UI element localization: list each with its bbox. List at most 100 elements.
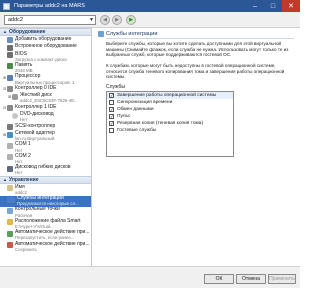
tree-item-com2[interactable]: COM 2 Нет [0, 153, 91, 164]
service-item-data-exchange[interactable]: ✓ Обмен данными [107, 106, 233, 113]
forward-icon[interactable]: ▶ [112, 15, 122, 25]
app-icon [3, 2, 10, 10]
section-management[interactable]: ▲ Управление [0, 176, 91, 185]
tree-item-label: Встроенное оборудование [15, 43, 77, 49]
checkbox[interactable]: ✓ [109, 93, 114, 98]
tree-item-firmware[interactable]: Встроенное оборудование [0, 43, 91, 52]
services-list: ✓ Завершение работы операционной системы… [106, 91, 234, 157]
collapse-icon: ▲ [3, 29, 7, 34]
settings-tree: ▲ Оборудование Добавить оборудование Вст… [0, 28, 92, 266]
tree-item-label: Расположение файла Smart [15, 217, 81, 224]
checkbox[interactable]: ✓ [109, 107, 114, 112]
service-label: Синхронизация времени [117, 100, 173, 105]
integration-services-icon [7, 196, 15, 203]
ok-button[interactable]: ОК [204, 274, 234, 284]
tree-item-com1[interactable]: COM 1 Нет [0, 142, 91, 153]
tree-item-bios[interactable]: BIOS Загрузка с компакт-диска [0, 51, 91, 62]
tree-item-dvd[interactable]: DVD-дисковод Нет [0, 112, 91, 123]
dialog-footer: ОК Отмена Применить [0, 266, 300, 288]
floppy-icon [7, 165, 13, 172]
folder-icon [7, 219, 13, 226]
tree-item-label: Память [15, 61, 33, 68]
tree-item-label: Автоматическое действие при... [15, 240, 90, 247]
scsi-controller-icon [7, 124, 13, 131]
checkbox[interactable] [109, 100, 114, 105]
panel-description: Выберите службы, которые вы хотите сдела… [106, 41, 289, 57]
tree-item-label: Контрольные точки [15, 206, 60, 213]
tree-item-label: Сетевой адаптер [15, 130, 55, 137]
processor-icon [7, 74, 13, 81]
tree-item-label: Имя [15, 183, 25, 190]
name-icon [7, 185, 13, 192]
panel-heading: Службы интеграции [106, 31, 158, 37]
tree-item-label: DVD-дисковод [20, 111, 54, 118]
close-icon[interactable]: ✕ [282, 0, 300, 12]
network-adapter-icon [7, 131, 13, 138]
vm-select-value: addc2 [8, 17, 23, 23]
services-label: Службы [106, 84, 125, 90]
collapse-icon: ▲ [3, 177, 7, 183]
memory-icon [7, 63, 13, 70]
checkbox[interactable]: ✓ [109, 121, 114, 126]
window-titlebar: Параметры addc2 на MARS – □ ✕ [0, 0, 300, 12]
tree-item-checkpoints[interactable]: Контрольные точки Рабочая [0, 207, 91, 218]
tree-item-name[interactable]: Имя addc2 [0, 184, 91, 195]
play-icon[interactable]: ▶ [126, 15, 136, 25]
service-label: Пульс [117, 114, 131, 119]
add-hardware-icon [7, 37, 13, 43]
window-title: Параметры addc2 на MARS [14, 3, 85, 9]
service-label: Обмен данными [117, 107, 154, 112]
checkbox[interactable]: ✓ [109, 114, 114, 119]
cancel-button[interactable]: Отмена [236, 274, 266, 284]
tree-item-label: SCSI-контроллер [15, 122, 56, 129]
service-label: Резервная копия (теневая копия тома) [117, 121, 204, 126]
tree-item-label: Добавить оборудование [15, 35, 72, 42]
vm-toolbar: addc2 ▼ ◀ ▶ ▶ [0, 12, 300, 28]
com-port-icon [7, 142, 13, 149]
service-item-shutdown[interactable]: ✓ Завершение работы операционной системы [107, 92, 233, 99]
section-label: Оборудование [8, 29, 46, 35]
chevron-down-icon: ▼ [89, 17, 94, 23]
service-item-guest-services[interactable]: Гостевые службы [107, 127, 233, 134]
tree-item-label: Контроллер 1 IDE [15, 103, 57, 110]
tree-item-label: Жесткий диск [20, 92, 52, 99]
service-item-heartbeat[interactable]: ✓ Пульс [107, 113, 233, 120]
minimize-icon[interactable]: – [246, 0, 264, 12]
com-port-icon [7, 154, 13, 161]
tree-item-floppy[interactable]: Дисковод гибких дисков Нет [0, 165, 91, 176]
ide-controller-icon [7, 86, 13, 93]
auto-stop-icon [7, 242, 13, 249]
tree-item-integration-services[interactable]: Службы интеграции Предлагаются некоторые … [0, 195, 91, 207]
tree-item-label: Автоматическое действие при... [15, 229, 90, 236]
tree-item-network[interactable]: ⊞ Сетевой адаптер lan.ru.Виртуальный [0, 130, 91, 142]
tree-item-label: BIOS [15, 50, 27, 57]
tree-item-label: COM 1 [15, 141, 31, 148]
tree-item-sub: Сохранить [15, 246, 37, 252]
panel-description-secondary: К службам, которые могут быть недоступны… [106, 63, 285, 79]
chip-icon [7, 44, 13, 51]
ide-controller-icon [7, 105, 13, 112]
bios-icon [7, 52, 13, 58]
service-label: Гостевые службы [117, 128, 157, 133]
integration-services-icon [98, 31, 104, 37]
auto-start-icon [7, 230, 13, 237]
service-item-time-sync[interactable]: Синхронизация времени [107, 99, 233, 106]
tree-item-auto-start[interactable]: Автоматическое действие при... Перезапуст… [0, 230, 91, 241]
vm-select[interactable]: addc2 ▼ [4, 15, 96, 25]
tree-item-label: Дисковод гибких дисков [15, 164, 71, 171]
tree-item-processor[interactable]: ⊞ Процессор Виртуальных процессоров: 1 [0, 74, 91, 85]
maximize-icon[interactable]: □ [264, 0, 282, 12]
tree-item-label: Процессор [15, 73, 41, 80]
tree-item-memory[interactable]: Память 2048 MB [0, 62, 91, 73]
tree-item-label: Службы интеграции [17, 195, 64, 202]
back-icon[interactable]: ◀ [100, 15, 110, 25]
divider [106, 38, 294, 39]
tree-item-hard-drive[interactable]: ⊞ Жесткий диск addc2_E9C8C53F-7826-4E... [0, 93, 91, 104]
dvd-icon [12, 112, 18, 119]
tree-item-auto-stop[interactable]: Автоматическое действие при... Сохранить [0, 241, 91, 252]
checkpoint-icon [7, 207, 13, 214]
checkbox[interactable] [109, 128, 114, 133]
section-label: Управление [8, 177, 39, 184]
apply-button[interactable]: Применить [268, 274, 296, 284]
service-item-backup[interactable]: ✓ Резервная копия (теневая копия тома) [107, 120, 233, 127]
